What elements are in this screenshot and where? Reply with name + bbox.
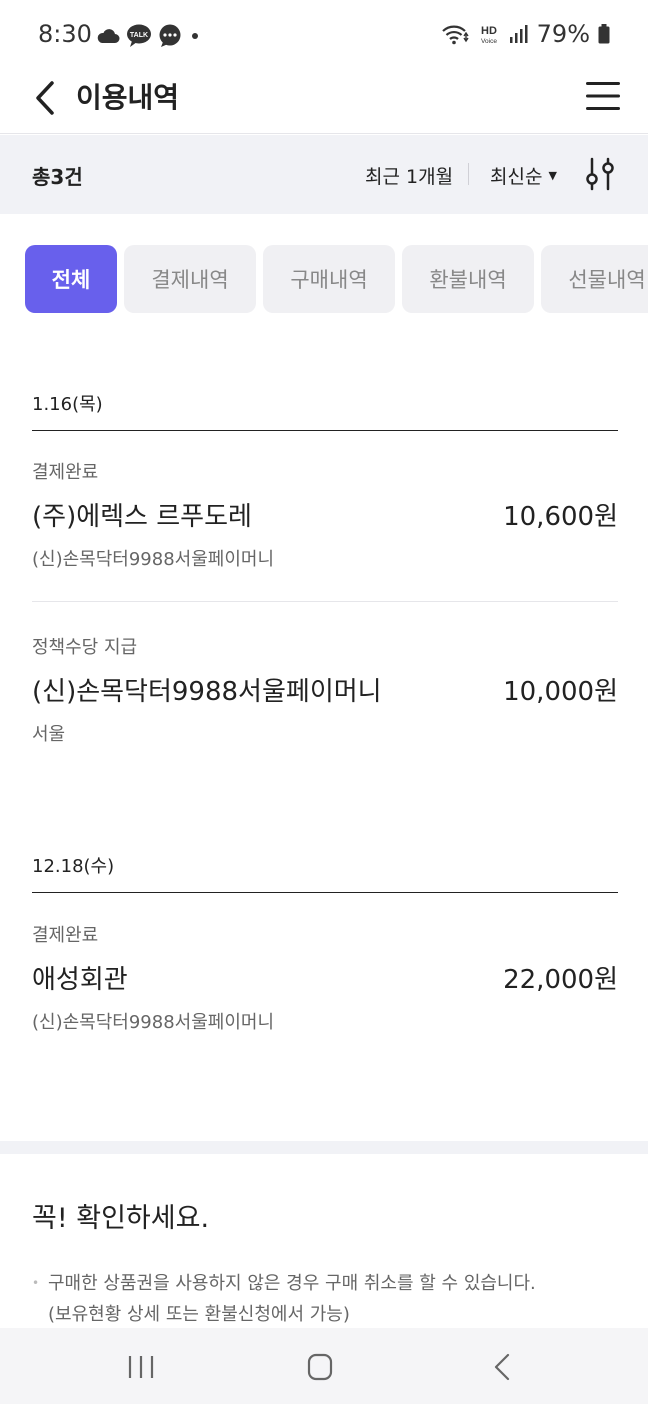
kakaotalk-icon: TALK xyxy=(127,24,151,47)
notice-text-line: 구매한 상품권을 사용하지 않은 경우 구매 취소를 할 수 있습니다. xyxy=(48,1273,536,1294)
tab-gift[interactable]: 선물내역 xyxy=(541,245,648,313)
page-title: 이용내역 xyxy=(76,81,180,114)
period-select[interactable]: 최근 1개월 xyxy=(365,162,453,189)
svg-text:Voice: Voice xyxy=(481,38,497,45)
total-count: 총3건 xyxy=(32,165,83,189)
item-status: 결제완료 xyxy=(32,925,99,946)
item-status: 정책수당 지급 xyxy=(32,637,138,658)
tab-payment[interactable]: 결제내역 xyxy=(124,245,256,313)
signal-icon xyxy=(509,25,528,43)
app-header: 이용내역 xyxy=(0,72,648,134)
hamburger-menu-icon[interactable] xyxy=(586,80,620,112)
notice-text-line: (보유현황 상세 또는 환불신청에서 가능) xyxy=(48,1304,350,1325)
item-name: 애성회관 xyxy=(32,965,128,995)
item-payment-method: 서울 xyxy=(32,724,66,745)
cloud-icon xyxy=(97,29,120,43)
item-status: 결제완료 xyxy=(32,462,99,483)
caret-down-icon: ▼ xyxy=(548,169,557,182)
svg-text:HD: HD xyxy=(481,25,497,37)
chat-icon xyxy=(159,24,181,47)
item-amount: 22,000원 xyxy=(503,965,618,995)
list-item[interactable]: 결제완료 애성회관 22,000원 (신)손목닥터9988서울페이머니 xyxy=(32,921,618,1034)
tab-refund[interactable]: 환불내역 xyxy=(402,245,534,313)
list-item[interactable]: 정책수당 지급 (신)손목닥터9988서울페이머니 10,000원 서울 xyxy=(32,633,618,746)
battery-icon xyxy=(598,24,610,44)
bullet-icon: • xyxy=(32,1276,40,1290)
tab-purchase[interactable]: 구매내역 xyxy=(263,245,395,313)
item-amount: 10,000원 xyxy=(503,677,618,707)
svg-text:TALK: TALK xyxy=(130,32,148,39)
sort-label: 최신순 xyxy=(490,166,543,188)
tab-all[interactable]: 전체 xyxy=(25,245,117,313)
home-icon[interactable] xyxy=(303,1352,337,1382)
battery-percentage: 79% xyxy=(536,20,590,48)
status-right: HD Voice 79% xyxy=(441,20,610,48)
item-payment-method: (신)손목닥터9988서울페이머니 xyxy=(32,549,275,570)
status-bar: 8:30 TALK HD Voice 79% xyxy=(0,0,648,72)
item-payment-method: (신)손목닥터9988서울페이머니 xyxy=(32,1012,275,1033)
divider xyxy=(468,163,469,185)
hd-voice-icon: HDVoice xyxy=(481,25,497,45)
filter-bar: 총3건 최근 1개월 최신순 ▼ xyxy=(0,135,648,214)
system-nav-bar xyxy=(0,1328,648,1404)
notification-icons: TALK xyxy=(96,24,202,48)
item-amount: 10,600원 xyxy=(503,502,618,532)
filter-sliders-icon[interactable] xyxy=(584,157,616,191)
wifi-icon xyxy=(441,25,469,45)
item-name: (주)에렉스 르푸도레 xyxy=(32,502,252,532)
item-name: (신)손목닥터9988서울페이머니 xyxy=(32,677,382,707)
back-button[interactable] xyxy=(30,78,60,118)
list-item[interactable]: 결제완료 (주)에렉스 르푸도레 10,600원 (신)손목닥터9988서울페이… xyxy=(32,458,618,571)
back-icon[interactable] xyxy=(486,1352,520,1382)
category-tabs: 전체 결제내역 구매내역 환불내역 선물내역 xyxy=(25,245,648,313)
divider xyxy=(32,601,618,602)
notice-item: • 구매한 상품권을 사용하지 않은 경우 구매 취소를 할 수 있습니다. (… xyxy=(32,1268,618,1330)
dot-icon xyxy=(192,33,198,39)
date-header: 12.18(수) xyxy=(32,852,618,893)
notice-title: 꼭! 확인하세요. xyxy=(32,1203,210,1234)
sort-select[interactable]: 최신순 ▼ xyxy=(490,162,557,189)
status-time: 8:30 xyxy=(38,20,92,48)
recent-apps-icon[interactable] xyxy=(124,1352,158,1382)
date-header: 1.16(목) xyxy=(32,390,618,431)
section-separator xyxy=(0,1141,648,1154)
